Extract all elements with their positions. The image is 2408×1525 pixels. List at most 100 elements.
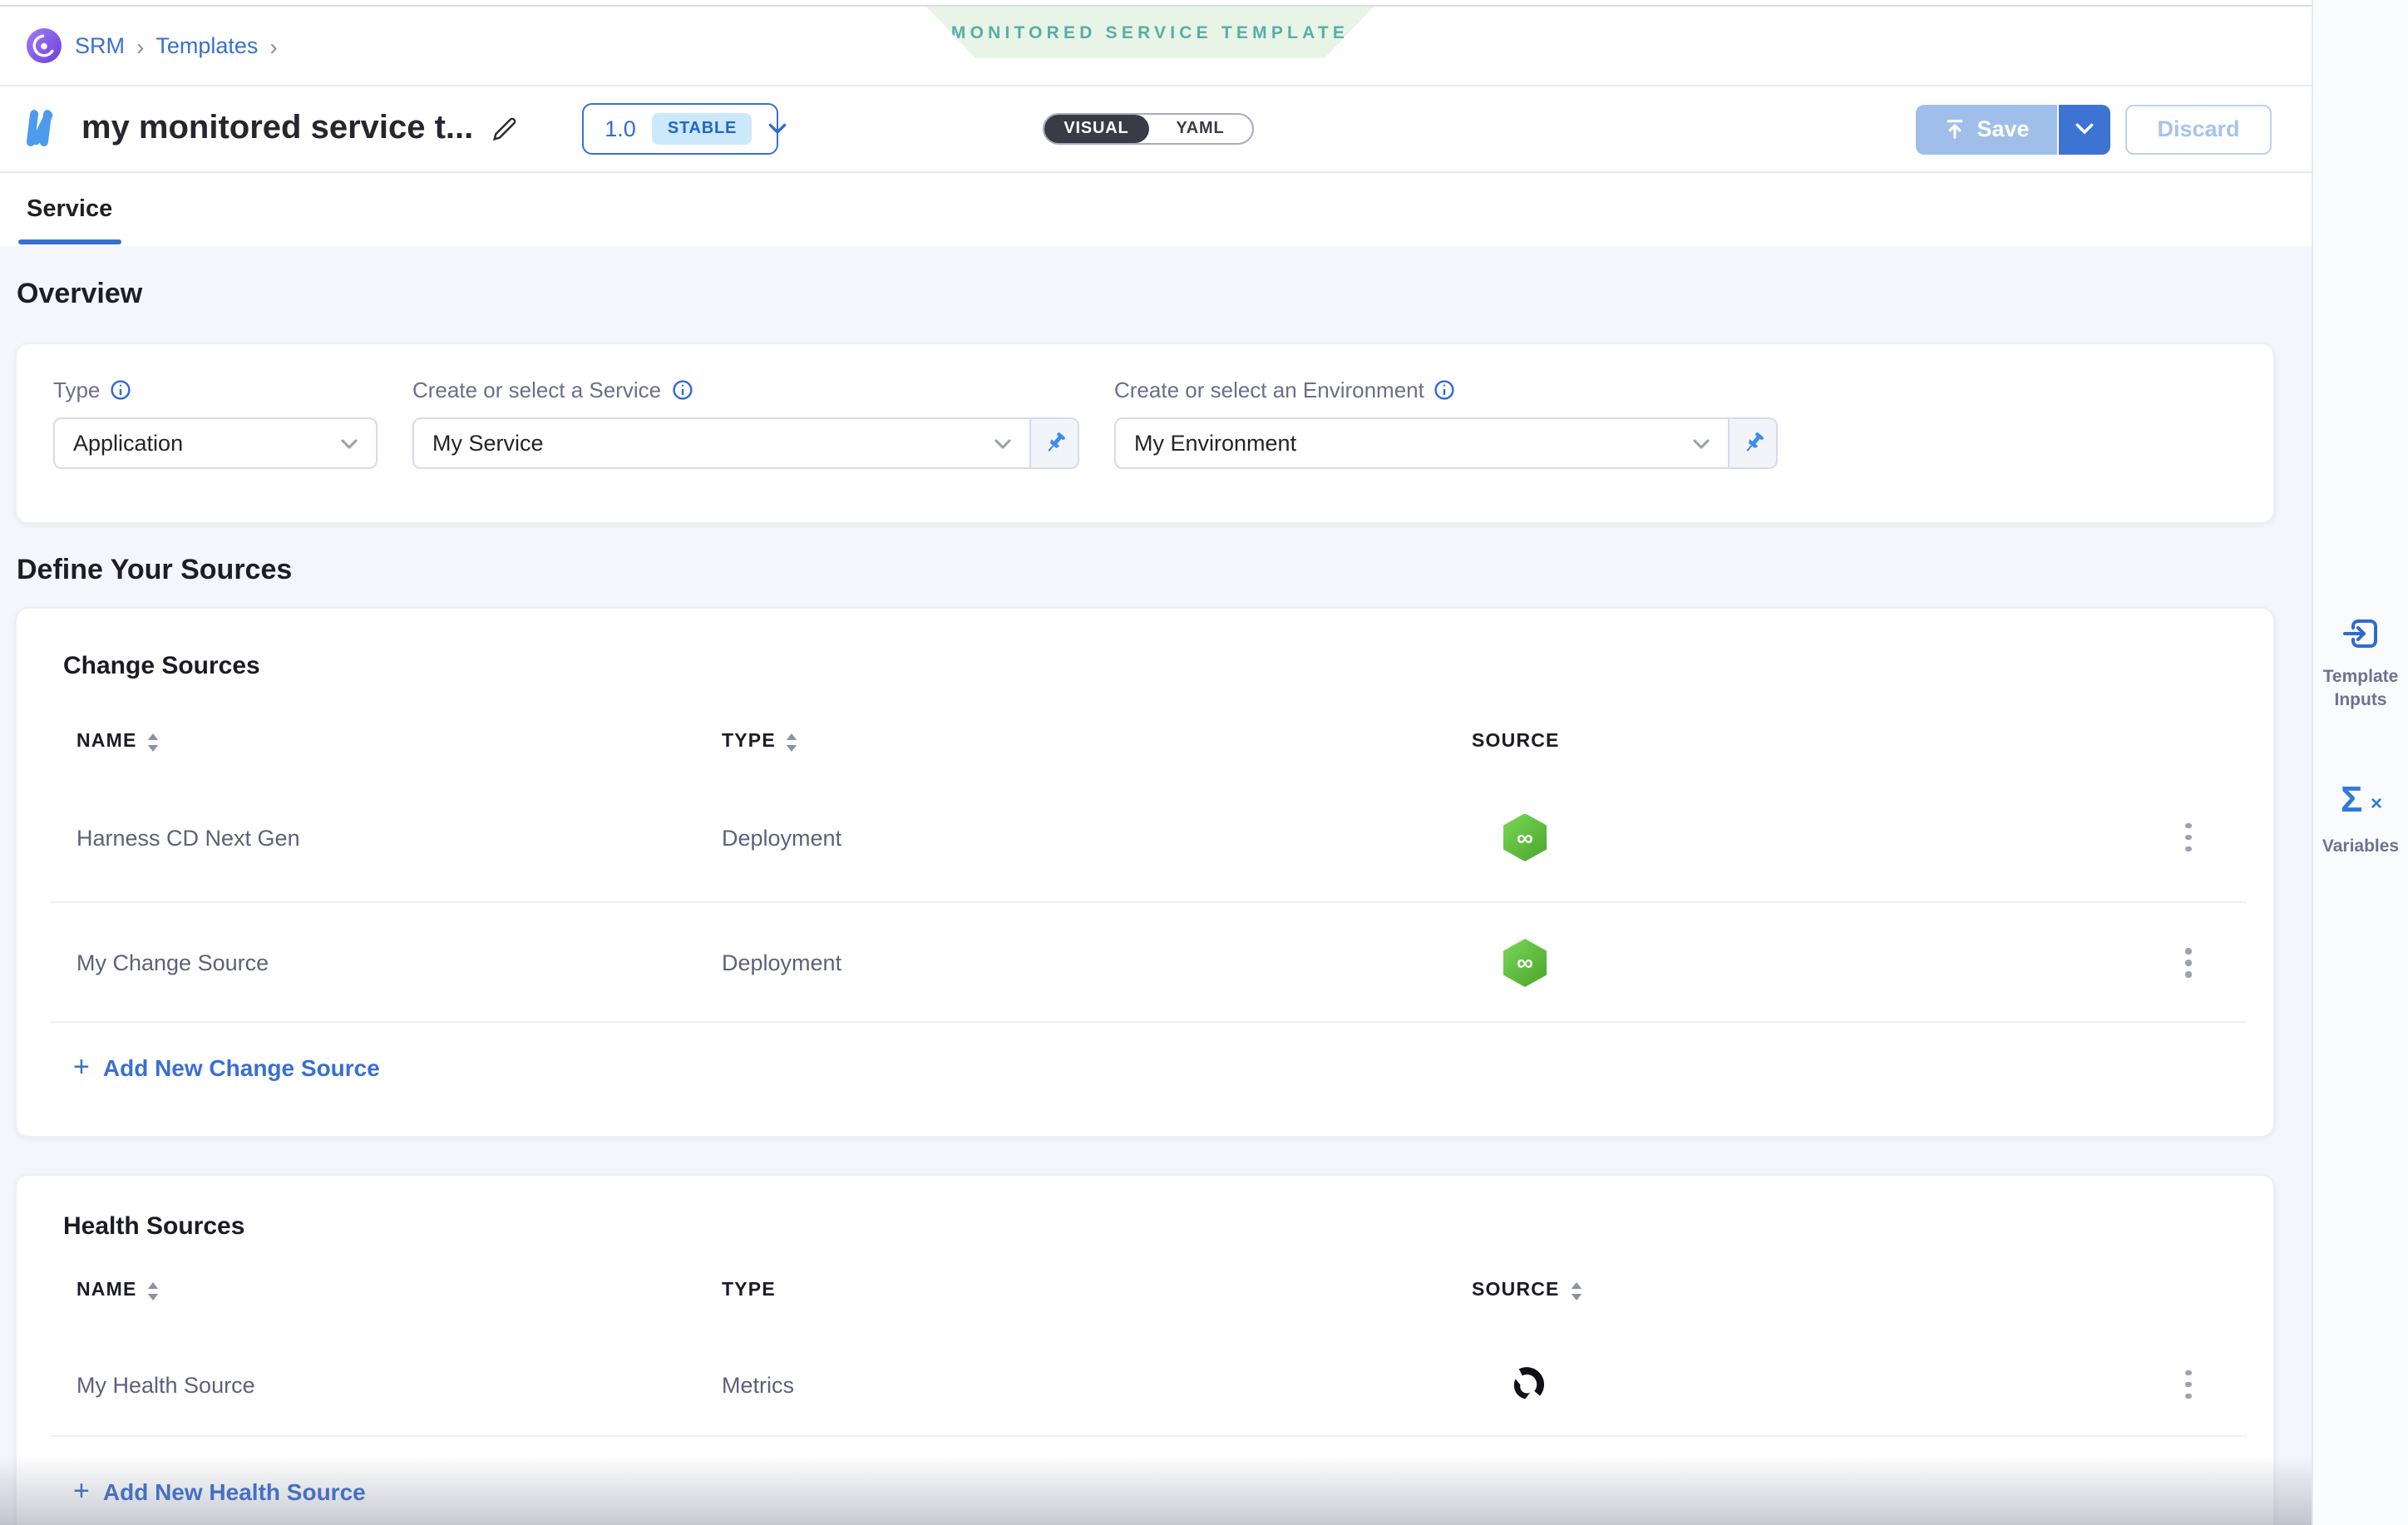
chevron-down-icon	[768, 123, 787, 135]
variables-label: Variables	[2316, 837, 2406, 859]
field-service-label: Create or select a Service	[412, 378, 661, 402]
template-inputs-button[interactable]: Template Inputs	[2313, 612, 2408, 713]
variables-button[interactable]: Σ× Variables	[2313, 785, 2408, 859]
chevron-down-icon	[994, 438, 1011, 448]
row-menu-button[interactable]	[2170, 1360, 2207, 1409]
breadcrumb-separator: ›	[269, 32, 277, 59]
column-header-name[interactable]: NAME	[76, 732, 160, 752]
main-column: SRM › Templates › MONITORED SERVICE TEMP…	[0, 0, 2312, 1525]
template-type-badge-label: MONITORED SERVICE TEMPLATE	[951, 22, 1349, 42]
edit-title-button[interactable]	[490, 115, 518, 143]
service-select[interactable]: My Service	[412, 417, 1031, 469]
row-menu-button[interactable]	[2170, 938, 2207, 988]
overview-heading: Overview	[17, 278, 142, 311]
column-header-source-label: SOURCE	[1472, 1281, 1560, 1300]
page-title: my monitored service t...	[81, 110, 473, 148]
save-options-button[interactable]	[2059, 104, 2110, 154]
column-header-name[interactable]: NAME	[76, 1281, 160, 1300]
table-row[interactable]: My Change Source Deployment ∞	[17, 903, 2273, 1023]
pin-icon	[1042, 431, 1067, 456]
service-pin-button[interactable]	[1031, 417, 1079, 469]
column-header-type-label: TYPE	[722, 732, 776, 752]
right-sidebar: Template Inputs Σ× Variables	[2312, 0, 2408, 1525]
column-header-source[interactable]: SOURCE	[1472, 1281, 1583, 1300]
header-actions: Save Discard	[1916, 104, 2272, 154]
pencil-icon	[490, 115, 518, 143]
toggle-yaml[interactable]: YAML	[1148, 115, 1252, 143]
bottom-scroll-shadow	[0, 1455, 2312, 1525]
service-select-value: My Service	[432, 431, 544, 456]
srm-logo-icon	[27, 28, 62, 63]
discard-button[interactable]: Discard	[2125, 104, 2272, 154]
toggle-visual[interactable]: VISUAL	[1044, 115, 1148, 143]
template-icon	[27, 108, 67, 150]
row-name: My Change Source	[76, 950, 269, 975]
add-change-source-label: Add New Change Source	[103, 1054, 380, 1081]
save-button-label: Save	[1976, 116, 2029, 141]
active-tab-underline	[18, 239, 121, 244]
harness-cd-icon: ∞	[1503, 813, 1547, 861]
overview-card: Type Application	[15, 343, 2275, 524]
health-sources-heading: Health Sources	[63, 1212, 244, 1241]
save-split-button: Save	[1916, 104, 2110, 154]
column-header-source-label: SOURCE	[1472, 732, 1560, 752]
field-service: Create or select a Service My Service	[412, 378, 1079, 522]
column-header-name-label: NAME	[76, 732, 137, 752]
info-icon[interactable]	[110, 379, 131, 401]
column-header-name-label: NAME	[76, 1281, 137, 1300]
template-inputs-label: Template Inputs	[2316, 667, 2406, 713]
change-sources-card: Change Sources NAME TYPE SOURCE Ha	[15, 607, 2275, 1138]
template-type-badge: MONITORED SERVICE TEMPLATE	[926, 7, 1374, 58]
title-bar: my monitored service t... 1.0 STABLE VIS…	[0, 86, 2312, 173]
table-row[interactable]: Harness CD Next Gen Deployment ∞	[17, 772, 2273, 903]
breadcrumb-link-srm[interactable]: SRM	[75, 33, 125, 58]
content-area: Overview Type Application	[0, 246, 2312, 1525]
column-header-type-label: TYPE	[722, 1281, 776, 1300]
column-header-type[interactable]: TYPE	[722, 732, 799, 752]
tab-bar: Service	[0, 173, 2312, 246]
row-divider	[50, 1435, 2247, 1437]
row-divider	[50, 1021, 2247, 1023]
info-icon[interactable]	[671, 379, 693, 401]
environment-pin-button[interactable]	[1730, 417, 1778, 469]
table-row[interactable]: My Health Source Metrics	[17, 1332, 2273, 1437]
pin-icon	[1740, 431, 1765, 456]
appdynamics-icon	[1507, 1365, 1545, 1404]
mode-toggle: VISUAL YAML	[1043, 113, 1254, 145]
row-type: Deployment	[722, 950, 841, 975]
breadcrumb-separator: ›	[136, 32, 144, 59]
page-top-border	[0, 5, 2312, 7]
version-number: 1.0	[604, 116, 636, 141]
chevron-down-icon	[2075, 123, 2094, 135]
column-header-source: SOURCE	[1472, 732, 1560, 752]
sort-icon	[147, 733, 160, 751]
row-name: Harness CD Next Gen	[76, 825, 300, 850]
breadcrumb-link-templates[interactable]: Templates	[155, 33, 258, 58]
sort-icon	[786, 733, 799, 751]
define-sources-heading: Define Your Sources	[17, 554, 292, 587]
save-button[interactable]: Save	[1916, 104, 2059, 154]
field-environment: Create or select an Environment My Envir…	[1114, 378, 1778, 522]
harness-cd-icon: ∞	[1503, 939, 1547, 987]
column-header-type: TYPE	[722, 1281, 776, 1300]
version-selector[interactable]: 1.0 STABLE	[581, 103, 777, 155]
change-sources-heading: Change Sources	[63, 652, 260, 680]
variables-icon: Σ×	[2339, 785, 2382, 825]
type-select-value: Application	[73, 431, 183, 456]
info-icon[interactable]	[1434, 379, 1456, 401]
environment-select[interactable]: My Environment	[1114, 417, 1730, 469]
sort-icon	[147, 1281, 160, 1300]
upload-icon	[1943, 118, 1965, 140]
app-window: SRM › Templates › MONITORED SERVICE TEMP…	[0, 0, 2408, 1525]
sort-icon	[1570, 1281, 1583, 1300]
plus-icon: +	[73, 1053, 90, 1081]
tab-service-label: Service	[27, 196, 112, 223]
add-change-source-button[interactable]: + Add New Change Source	[73, 1054, 380, 1081]
tab-service[interactable]: Service	[27, 173, 112, 246]
type-select[interactable]: Application	[53, 417, 377, 469]
field-type-label: Type	[53, 378, 100, 402]
row-menu-button[interactable]	[2170, 812, 2207, 862]
row-type: Metrics	[722, 1372, 794, 1397]
chevron-down-icon	[341, 438, 358, 448]
row-type: Deployment	[722, 825, 841, 850]
